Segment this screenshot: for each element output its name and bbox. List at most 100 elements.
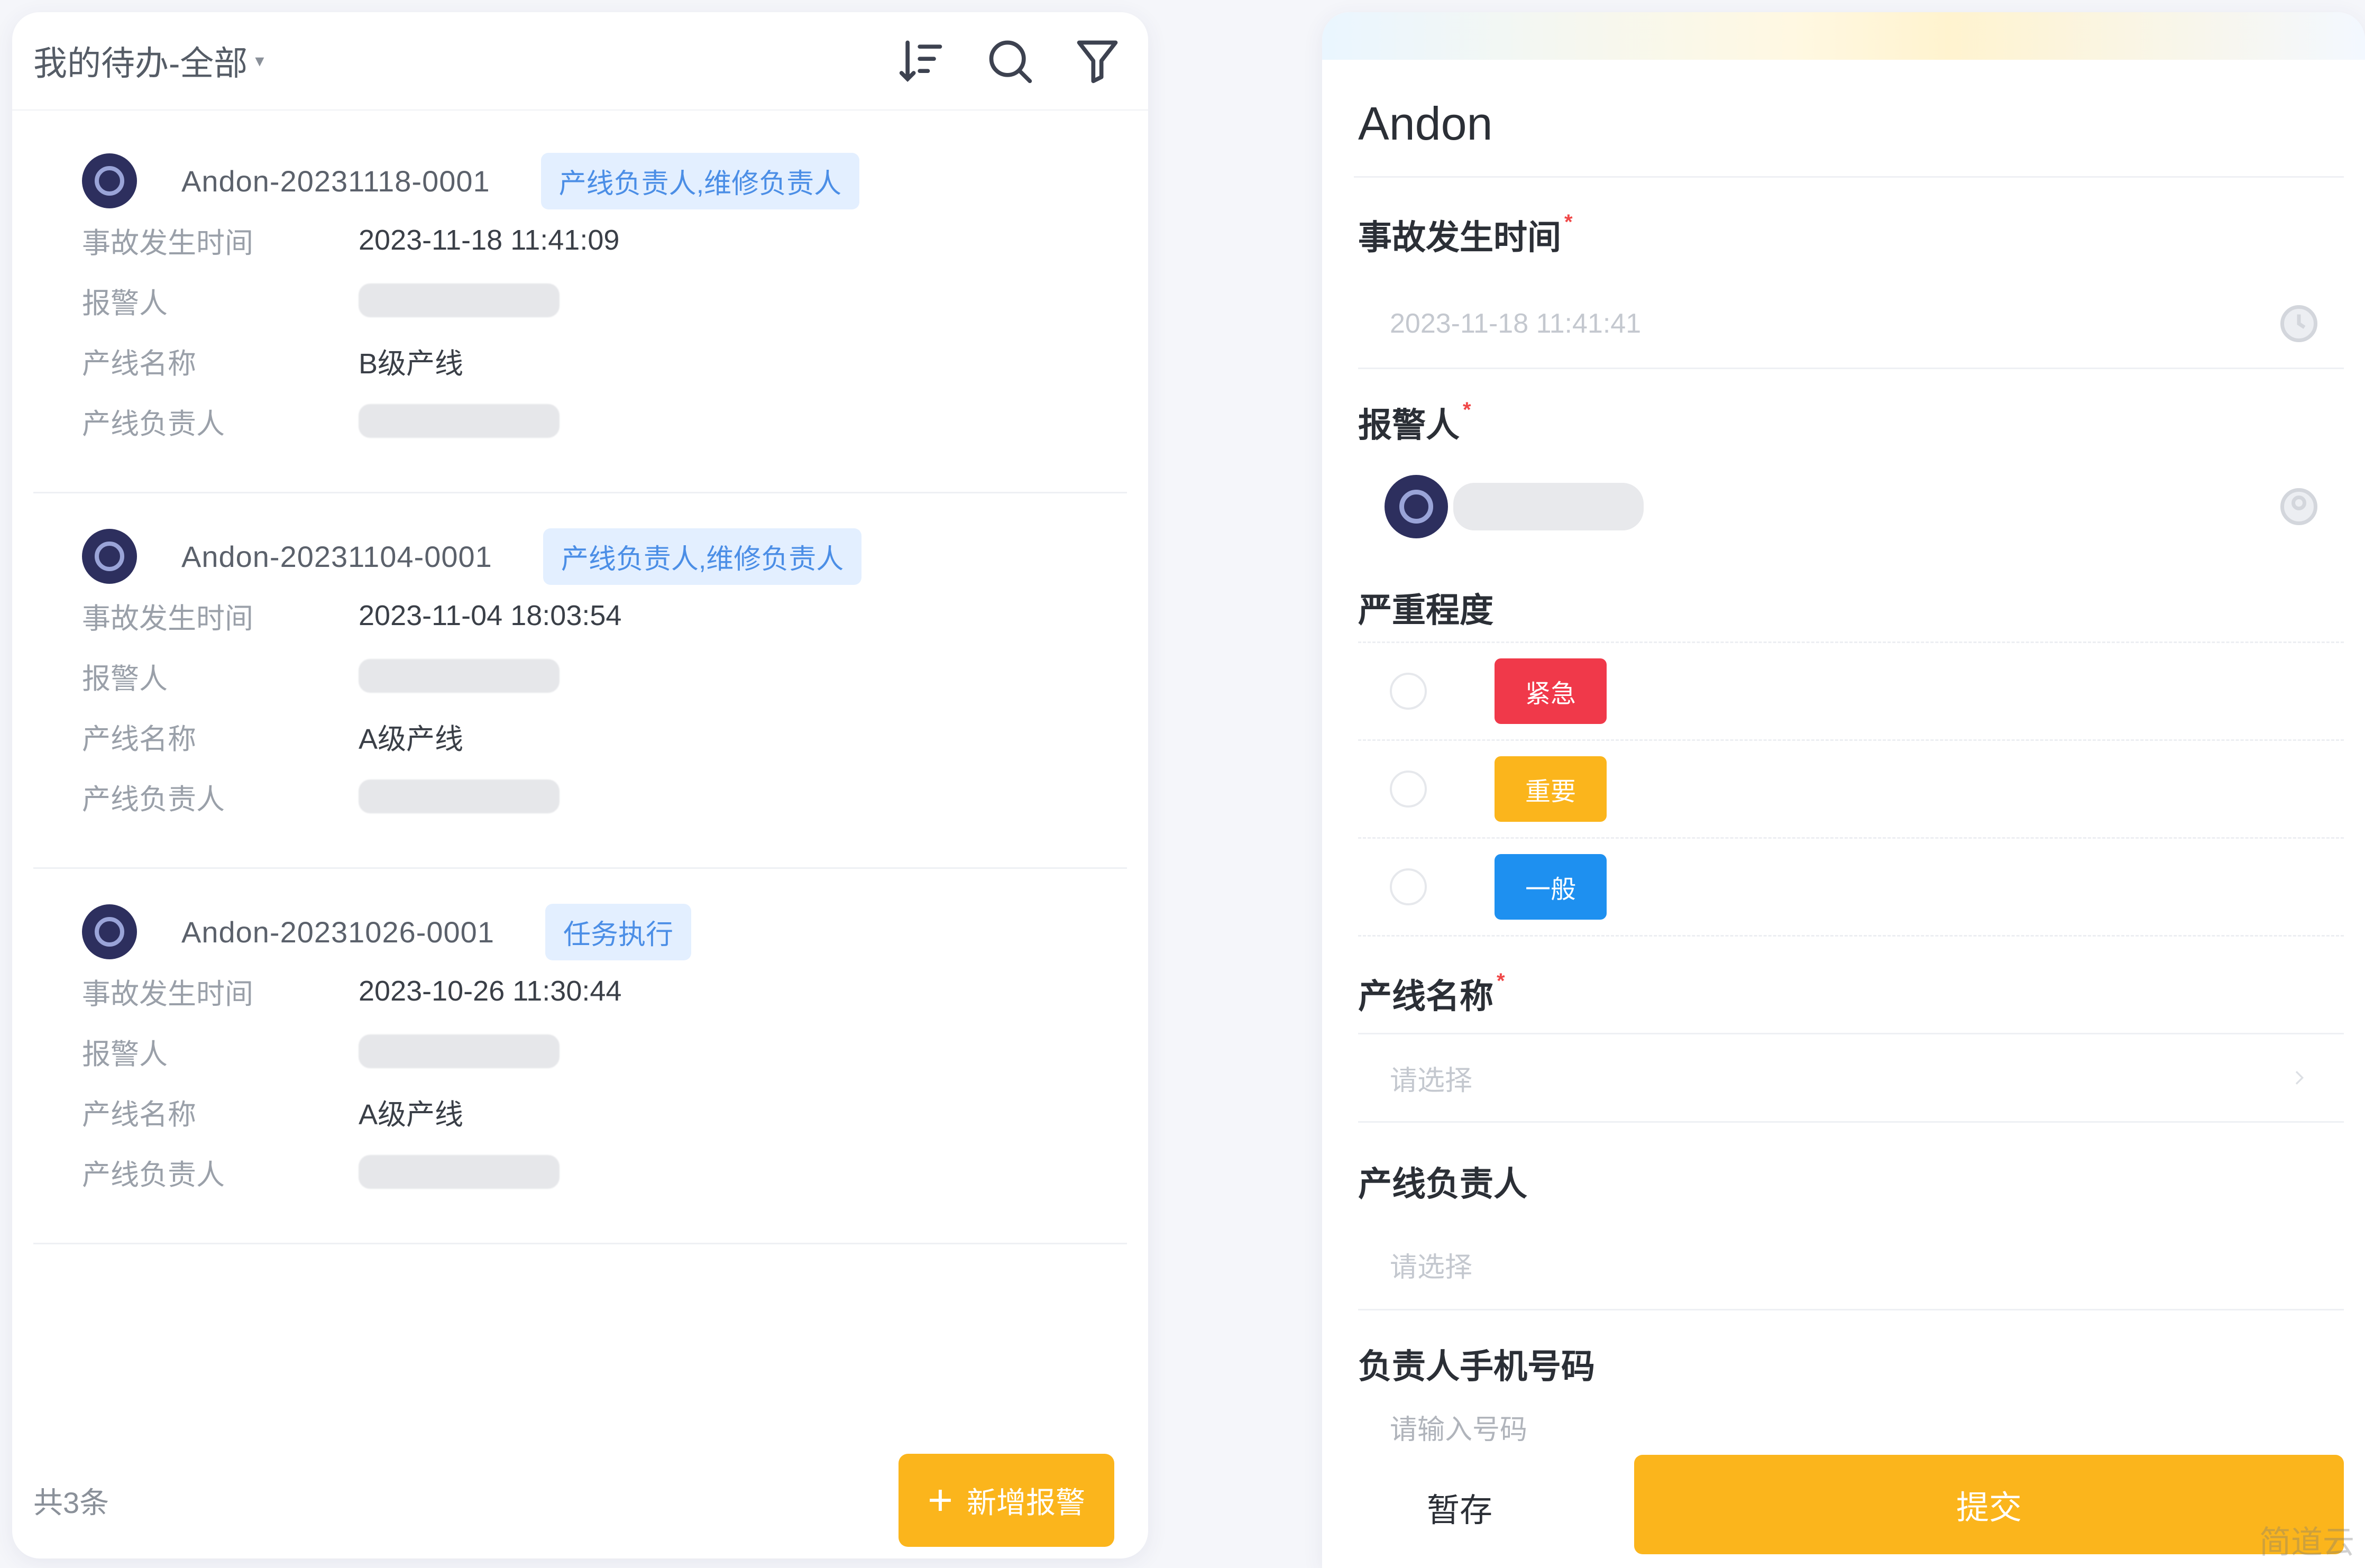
field-row-reporter: 报警人	[82, 1021, 1127, 1081]
field-value-time: 2023-11-18 11:41:09	[359, 224, 620, 256]
radio-button[interactable]	[1390, 771, 1427, 808]
clock-icon[interactable]	[2275, 300, 2323, 347]
field-value-reporter-masked	[359, 283, 560, 317]
sort-icon[interactable]	[896, 35, 947, 86]
field-label: 产线负责人	[82, 408, 225, 440]
form-action-bar: 暂存 提交	[1322, 1446, 2365, 1568]
chevron-right-icon	[2275, 1054, 2323, 1102]
severity-tag-urgent: 紧急	[1495, 658, 1607, 724]
owner-select-placeholder: 请选择	[1390, 1252, 1473, 1283]
field-row-line: 产线名称 A级产线	[82, 706, 1127, 766]
field-label: 事故发生时间	[82, 602, 253, 635]
time-field-label: 事故发生时间 *	[1358, 210, 1573, 256]
andon-form-panel: Andon 事故发生时间 * 2023-11-18 11:41:41 报警人 * 严…	[1322, 12, 2365, 1568]
line-select-placeholder: 请选择	[1390, 1065, 1473, 1096]
temp-save-button[interactable]: 暂存	[1322, 1446, 1597, 1568]
severity-tag-normal: 一般	[1495, 854, 1607, 920]
field-label: 事故发生时间	[82, 227, 253, 259]
field-row-time: 事故发生时间 2023-10-26 11:30:44	[82, 961, 1127, 1021]
field-label: 产线名称	[82, 347, 196, 380]
avatar	[1385, 475, 1448, 538]
field-row-owner: 产线负责人	[82, 766, 1127, 827]
severity-radio-group: 紧急 重要 一般	[1358, 641, 2344, 937]
record-card[interactable]: Andon-20231104-0001 产线负责人,维修负责人 事故发生时间 2…	[33, 493, 1127, 869]
field-row-time: 事故发生时间 2023-11-04 18:03:54	[82, 585, 1127, 646]
severity-option-urgent[interactable]: 紧急	[1358, 641, 2344, 741]
record-card[interactable]: Andon-20231026-0001 任务执行 事故发生时间 2023-10-…	[33, 869, 1127, 1244]
record-header: Andon-20231118-0001 产线负责人,维修负责人	[82, 152, 1127, 210]
status-badge: 产线负责人,维修负责人	[543, 528, 862, 585]
add-alarm-button[interactable]: + 新增报警	[899, 1454, 1114, 1547]
add-alarm-label: 新增报警	[966, 1486, 1085, 1519]
field-label: 报警人	[82, 663, 168, 695]
phone-field-label: 负责人手机号码	[1358, 1347, 1595, 1386]
list-footer: 共3条 + 新增报警	[12, 1442, 1148, 1558]
radio-button[interactable]	[1390, 868, 1427, 905]
list-toolbar	[896, 35, 1123, 86]
severity-field-label: 严重程度	[1358, 591, 1493, 629]
field-row-time: 事故发生时间 2023-11-18 11:41:09	[82, 210, 1127, 270]
field-value-time: 2023-10-26 11:30:44	[359, 975, 622, 1007]
severity-option-important[interactable]: 重要	[1358, 741, 2344, 839]
plus-icon: +	[928, 1476, 953, 1524]
required-mark: *	[1463, 398, 1471, 421]
required-mark: *	[1564, 210, 1573, 234]
reporter-name-masked	[1453, 483, 1644, 530]
phone-input-placeholder: 请输入号码	[1390, 1414, 1528, 1445]
time-field[interactable]: 2023-11-18 11:41:41	[1358, 279, 2344, 369]
watermark: 简道云	[2259, 1525, 2354, 1560]
reporter-field-label: 报警人 *	[1358, 398, 1471, 444]
form-title: Andon	[1358, 97, 1493, 150]
status-badge: 产线负责人,维修负责人	[540, 152, 860, 209]
field-label: 产线负责人	[82, 1159, 225, 1191]
avatar	[82, 904, 137, 959]
record-header: Andon-20231026-0001 任务执行	[82, 903, 1127, 961]
field-row-owner: 产线负责人	[82, 391, 1127, 451]
chevron-down-icon: ▾	[255, 51, 264, 71]
field-row-line: 产线名称 B级产线	[82, 331, 1127, 391]
field-label: 报警人	[82, 1038, 168, 1070]
total-count: 共3条	[33, 1486, 109, 1519]
field-value-line: B级产线	[359, 347, 464, 380]
filter-icon[interactable]	[1072, 35, 1123, 86]
required-mark: *	[1497, 969, 1505, 993]
line-select[interactable]: 请选择	[1358, 1033, 2344, 1123]
avatar	[82, 529, 137, 584]
field-value-owner-masked	[359, 780, 560, 813]
field-label: 产线名称	[82, 1098, 196, 1131]
field-value-line: A级产线	[359, 723, 464, 755]
submit-button[interactable]: 提交	[1634, 1455, 2344, 1554]
view-filter-dropdown[interactable]: 我的待办-全部 ▾	[33, 36, 264, 85]
severity-tag-important: 重要	[1495, 756, 1607, 822]
record-card[interactable]: Andon-20231118-0001 产线负责人,维修负责人 事故发生时间 2…	[33, 118, 1127, 493]
field-row-reporter: 报警人	[82, 646, 1127, 706]
reporter-field[interactable]	[1358, 462, 2344, 552]
avatar	[82, 153, 137, 208]
list-header: 我的待办-全部 ▾	[12, 12, 1148, 111]
field-label: 产线名称	[82, 723, 196, 755]
owner-select[interactable]: 请选择	[1358, 1221, 2344, 1310]
field-label: 产线负责人	[82, 783, 225, 815]
record-header: Andon-20231104-0001 产线负责人,维修负责人	[82, 527, 1127, 585]
severity-option-normal[interactable]: 一般	[1358, 839, 2344, 937]
field-value-owner-masked	[359, 404, 560, 438]
search-icon[interactable]	[984, 35, 1035, 86]
record-id: Andon-20231104-0001	[181, 539, 492, 573]
record-list: Andon-20231118-0001 产线负责人,维修负责人 事故发生时间 2…	[33, 118, 1127, 1244]
radio-button[interactable]	[1390, 673, 1427, 710]
record-list-panel: 我的待办-全部 ▾ Andon-20231118-0001 产线负责人,维修负责…	[12, 12, 1148, 1558]
field-row-reporter: 报警人	[82, 270, 1127, 331]
field-value-owner-masked	[359, 1155, 560, 1189]
field-row-line: 产线名称 A级产线	[82, 1081, 1127, 1142]
view-filter-label: 我的待办-全部	[33, 44, 248, 82]
user-select-icon[interactable]	[2275, 483, 2323, 530]
owner-field-label: 产线负责人	[1358, 1165, 1527, 1203]
form-top-gradient	[1322, 12, 2365, 60]
record-id: Andon-20231026-0001	[181, 915, 494, 949]
field-value-reporter-masked	[359, 1034, 560, 1068]
field-label: 报警人	[82, 287, 168, 319]
time-field-value: 2023-11-18 11:41:41	[1390, 308, 1642, 339]
field-value-time: 2023-11-04 18:03:54	[359, 600, 622, 631]
field-row-owner: 产线负责人	[82, 1142, 1127, 1202]
field-label: 事故发生时间	[82, 978, 253, 1010]
